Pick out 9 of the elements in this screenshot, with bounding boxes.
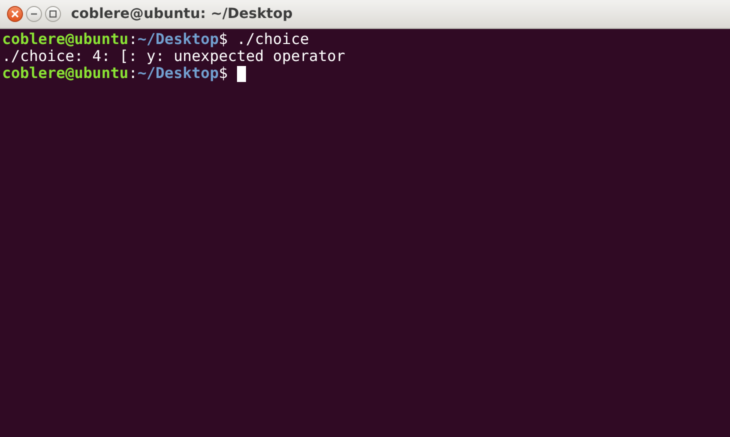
close-icon	[11, 10, 19, 18]
terminal-line: ./choice: 4: [: y: unexpected operator	[2, 48, 346, 65]
close-button[interactable]	[7, 6, 23, 22]
terminal-line: coblere@ubuntu:~/Desktop$ ./choice	[2, 31, 310, 48]
maximize-icon	[49, 10, 57, 18]
maximize-button[interactable]	[45, 6, 61, 22]
terminal-line: coblere@ubuntu:~/Desktop$	[2, 65, 228, 82]
window-title: coblere@ubuntu: ~/Desktop	[71, 6, 293, 22]
minimize-button[interactable]	[26, 6, 42, 22]
